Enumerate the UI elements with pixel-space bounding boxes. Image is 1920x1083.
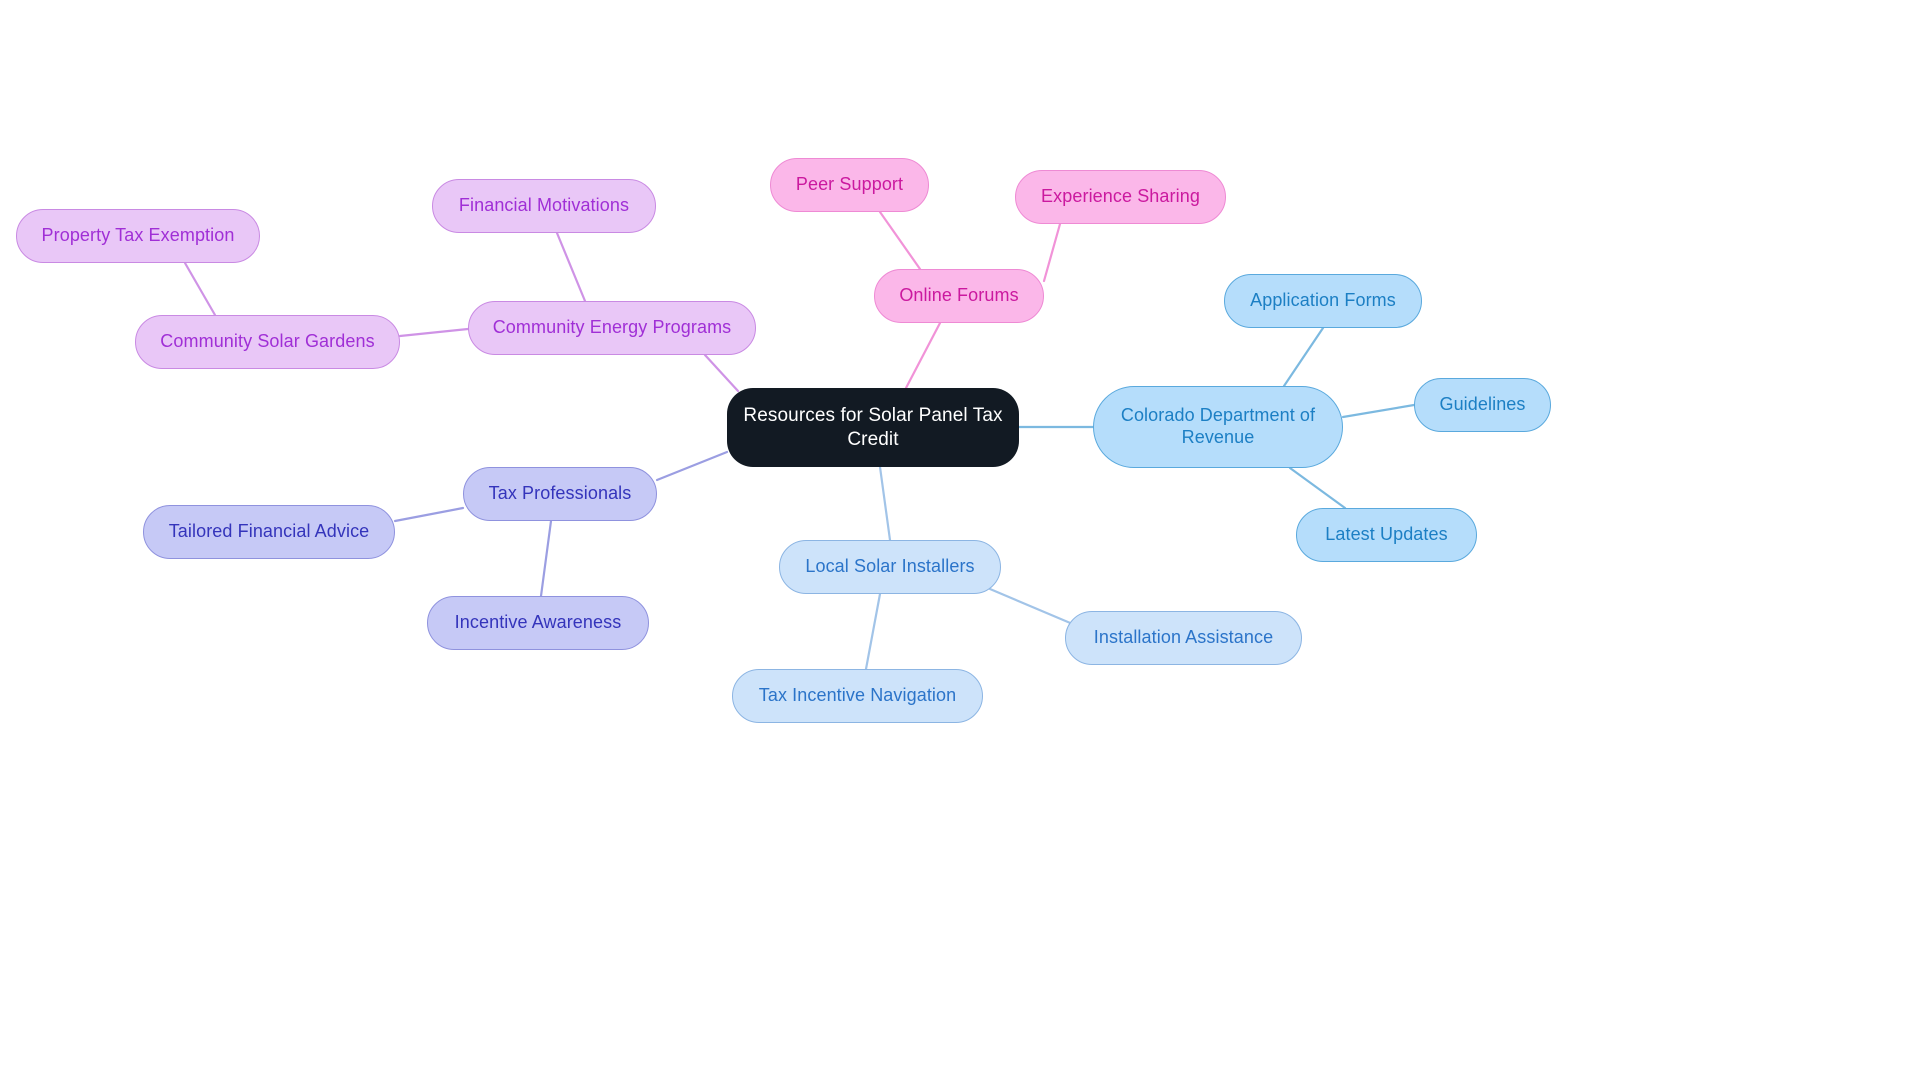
node-latest-updates[interactable]: Latest Updates [1296, 508, 1477, 562]
edge-colorado-latest-updates [1288, 466, 1347, 510]
branch-colorado-dept-revenue[interactable]: Colorado Department of Revenue [1093, 386, 1343, 468]
branch-community-energy-programs[interactable]: Community Energy Programs [468, 301, 756, 355]
edge-professionals-incentive-awareness [539, 519, 553, 598]
edge-root-local-solar-installers [878, 465, 892, 542]
mindmap-canvas: Resources for Solar Panel Tax Credit Colo… [0, 0, 1920, 1083]
node-tailored-financial-advice[interactable]: Tailored Financial Advice [143, 505, 395, 559]
edge-installers-installation-assistance [988, 587, 1077, 627]
edge-professionals-tailored-advice [393, 506, 465, 523]
branch-tax-professionals[interactable]: Tax Professionals [463, 467, 657, 521]
node-guidelines[interactable]: Guidelines [1414, 378, 1551, 432]
edge-root-online-forums [904, 321, 942, 390]
edge-energy-community-solar-gardens [398, 327, 470, 338]
node-experience-sharing[interactable]: Experience Sharing [1015, 170, 1226, 224]
edge-root-community-energy [703, 353, 740, 393]
edge-installers-tax-incentive-navigation [864, 592, 882, 671]
node-financial-motivations[interactable]: Financial Motivations [432, 179, 656, 233]
edge-forums-peer-support [878, 210, 922, 271]
edge-colorado-guidelines [1341, 403, 1416, 419]
node-installation-assistance[interactable]: Installation Assistance [1065, 611, 1302, 665]
edge-forums-experience-sharing [1042, 222, 1062, 283]
edge-energy-financial-motivations [555, 231, 587, 303]
branch-local-solar-installers[interactable]: Local Solar Installers [779, 540, 1001, 594]
node-community-solar-gardens[interactable]: Community Solar Gardens [135, 315, 400, 369]
node-peer-support[interactable]: Peer Support [770, 158, 929, 212]
node-property-tax-exemption[interactable]: Property Tax Exemption [16, 209, 260, 263]
node-application-forms[interactable]: Application Forms [1224, 274, 1422, 328]
node-incentive-awareness[interactable]: Incentive Awareness [427, 596, 649, 650]
edge-gardens-property-tax-exemption [183, 261, 217, 317]
node-tax-incentive-navigation[interactable]: Tax Incentive Navigation [732, 669, 983, 723]
edge-root-tax-professionals [655, 450, 729, 482]
mindmap-root-node[interactable]: Resources for Solar Panel Tax Credit [727, 388, 1019, 467]
edge-colorado-application-forms [1282, 326, 1325, 388]
branch-online-forums[interactable]: Online Forums [874, 269, 1044, 323]
